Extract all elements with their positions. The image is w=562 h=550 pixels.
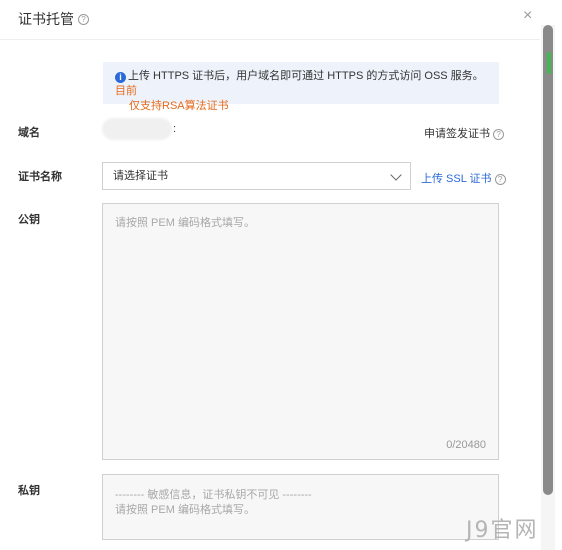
public-key-placeholder: 请按照 PEM 编码格式填写。 (115, 217, 255, 229)
upload-ssl-link-text: 上传 SSL 证书 (421, 173, 492, 185)
upload-ssl-help-icon[interactable]: ? (494, 173, 506, 185)
private-key-textarea[interactable]: -------- 敏感信息，证书私钥不可见 -------- 请按照 PEM 编… (102, 474, 499, 540)
private-key-placeholder-line-2: 请按照 PEM 编码格式填写。 (115, 504, 255, 516)
domain-value-blurred (102, 118, 172, 140)
apply-cert-link[interactable]: 申请签发证书 ? (424, 125, 505, 141)
domain-label: 域名 (18, 127, 40, 139)
info-notice: i 上传 HTTPS 证书后，用户域名即可通过 HTTPS 的方式访问 OSS 服… (103, 62, 499, 112)
watermark: J9官网 (466, 518, 539, 543)
close-icon[interactable]: × (523, 8, 532, 24)
cert-name-label: 证书名称 (18, 171, 62, 183)
help-icon[interactable]: ? (78, 13, 89, 25)
chevron-down-icon (390, 169, 402, 181)
private-key-placeholder-line-1: -------- 敏感信息，证书私钥不可见 -------- (115, 489, 312, 501)
domain-colon: : (173, 123, 177, 135)
notice-main-text: 上传 HTTPS 证书后，用户域名即可通过 HTTPS 的方式访问 OSS 服务… (128, 70, 484, 82)
panel-title-text: 证书托管 (18, 11, 74, 27)
public-key-counter: 0/20480 (446, 439, 486, 451)
panel-header: 证书托管? (0, 0, 540, 40)
cert-select-value: 请选择证书 (113, 170, 168, 182)
scrollbar-thumb[interactable] (543, 25, 553, 495)
apply-cert-help-icon[interactable]: ? (493, 128, 505, 140)
cert-select[interactable]: 请选择证书 (102, 162, 411, 190)
notice-warn-text-2: 仅支持RSA算法证书 (129, 100, 229, 112)
apply-cert-link-text: 申请签发证书 (424, 128, 490, 140)
private-key-label: 私钥 (18, 485, 40, 497)
panel-title: 证书托管? (18, 9, 89, 29)
public-key-label: 公钥 (18, 214, 40, 226)
info-icon: i (115, 72, 126, 83)
scrollbar-accent (547, 52, 551, 74)
notice-line-1: i 上传 HTTPS 证书后，用户域名即可通过 HTTPS 的方式访问 OSS 服… (115, 69, 489, 99)
notice-warn-text-1: 目前 (115, 85, 137, 97)
public-key-textarea[interactable]: 请按照 PEM 编码格式填写。 0/20480 (102, 203, 499, 460)
upload-ssl-link[interactable]: 上传 SSL 证书 ? (421, 170, 506, 186)
cert-hosting-panel: 证书托管? × i 上传 HTTPS 证书后，用户域名即可通过 HTTPS 的方式… (0, 0, 562, 550)
